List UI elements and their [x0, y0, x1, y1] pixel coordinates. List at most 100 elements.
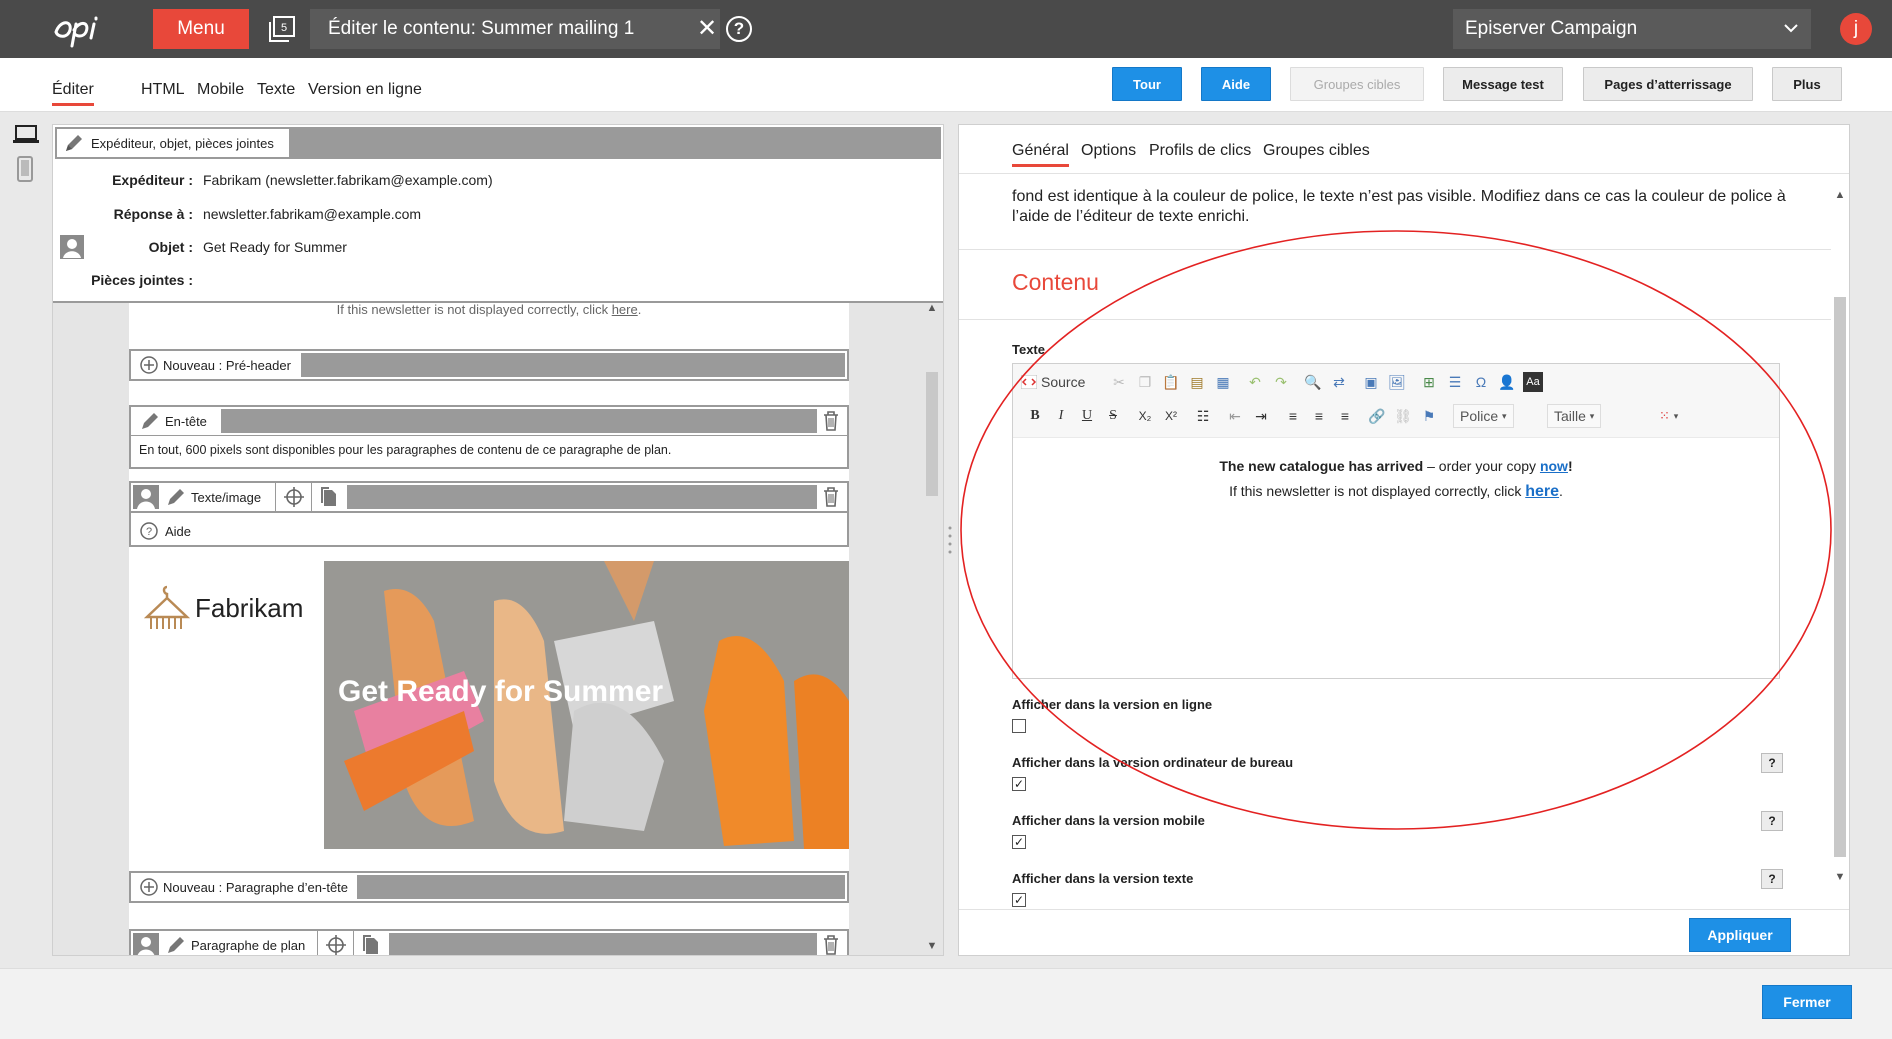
cut-icon[interactable]: ✂: [1109, 372, 1129, 392]
superscript-icon[interactable]: X²: [1161, 406, 1181, 426]
copy-icon[interactable]: ❐: [1135, 372, 1155, 392]
align-left-icon[interactable]: ≡: [1283, 406, 1303, 426]
align-right-icon[interactable]: ≡: [1335, 406, 1355, 426]
tab-profils-de-clics[interactable]: Profils de clics: [1149, 142, 1251, 160]
underline-icon[interactable]: U: [1077, 406, 1097, 426]
plus-button[interactable]: Plus: [1772, 67, 1842, 101]
help-button[interactable]: ?: [1761, 753, 1783, 773]
target-icon[interactable]: [325, 934, 347, 956]
text-image-block[interactable]: Texte/image ? Aide: [129, 481, 849, 547]
bulleted-list-icon[interactable]: ☷: [1193, 406, 1213, 426]
scroll-up-icon[interactable]: ▲: [1834, 189, 1846, 201]
field-value[interactable]: newsletter.fabrikam@example.com: [203, 206, 421, 222]
field-value[interactable]: Fabrikam (newsletter.fabrikam@example.co…: [203, 172, 493, 188]
avatar[interactable]: j: [1840, 13, 1872, 45]
pencil-icon[interactable]: [165, 486, 187, 508]
message-test-button[interactable]: Message test: [1443, 67, 1563, 101]
tab-editer[interactable]: Éditer: [52, 81, 94, 106]
groupes-cibles-button[interactable]: Groupes cibles: [1290, 67, 1424, 101]
personalization-icon[interactable]: [133, 485, 159, 509]
unlink-icon[interactable]: ⛓: [1393, 406, 1413, 426]
add-icon[interactable]: [139, 877, 159, 897]
image-icon[interactable]: 🖼: [1387, 372, 1407, 392]
personalize-icon[interactable]: 👤: [1497, 372, 1517, 392]
help-button[interactable]: ?: [1761, 869, 1783, 889]
align-center-icon[interactable]: ≡: [1309, 406, 1329, 426]
tab-version-en-ligne[interactable]: Version en ligne: [308, 81, 422, 99]
episerver-logo[interactable]: [50, 10, 130, 48]
notice-link[interactable]: here: [612, 303, 638, 317]
paste-word-icon[interactable]: ▦: [1213, 372, 1233, 392]
help-row[interactable]: ? Aide: [139, 517, 239, 545]
panel-splitter-handle[interactable]: [946, 520, 954, 560]
sender-subject-bar[interactable]: Expéditeur, objet, pièces jointes: [55, 127, 941, 159]
font-family-dropdown[interactable]: Police ▾: [1453, 404, 1514, 428]
properties-scrollbar[interactable]: ▲ ▼: [1831, 187, 1849, 885]
trash-icon[interactable]: [821, 934, 841, 956]
field-value[interactable]: Get Ready for Summer: [203, 239, 347, 255]
new-preheader-block[interactable]: Nouveau : Pré-header: [129, 349, 849, 381]
copy-icon[interactable]: [319, 486, 341, 508]
editor-link-here[interactable]: here: [1525, 483, 1559, 500]
outdent-icon[interactable]: ⇤: [1225, 406, 1245, 426]
aide-button[interactable]: Aide: [1201, 67, 1271, 101]
color-picker[interactable]: ⁙ ▾: [1653, 404, 1684, 428]
anchor-flag-icon[interactable]: ⚑: [1419, 406, 1439, 426]
paste-text-icon[interactable]: ▤: [1187, 372, 1207, 392]
undo-icon[interactable]: ↶: [1245, 372, 1265, 392]
find-icon[interactable]: 🔍: [1303, 372, 1323, 392]
header-block[interactable]: En-tête En tout, 600 pixels sont disponi…: [129, 405, 849, 469]
target-icon[interactable]: [283, 486, 305, 508]
pencil-icon[interactable]: [139, 410, 161, 432]
pages-atterrissage-button[interactable]: Pages d’atterrissage: [1583, 67, 1753, 101]
apply-button[interactable]: Appliquer: [1689, 918, 1791, 952]
redo-icon[interactable]: ↷: [1271, 372, 1291, 392]
italic-icon[interactable]: I: [1051, 406, 1071, 426]
paste-icon[interactable]: 📋: [1161, 372, 1181, 392]
option-desktop-checkbox[interactable]: ✓: [1012, 777, 1026, 791]
close-icon[interactable]: ✕: [696, 17, 718, 41]
help-icon[interactable]: ?: [726, 16, 752, 42]
copy-icon[interactable]: [361, 934, 383, 956]
pencil-icon[interactable]: [165, 934, 187, 956]
tab-options[interactable]: Options: [1081, 142, 1136, 160]
scrollbar-thumb[interactable]: [1834, 297, 1846, 857]
new-header-paragraph-block[interactable]: Nouveau : Paragraphe d’en-tête: [129, 871, 849, 903]
source-button[interactable]: Source: [1021, 372, 1091, 392]
tab-texte[interactable]: Texte: [257, 81, 295, 99]
tab-general[interactable]: Général: [1012, 142, 1069, 167]
scroll-down-icon[interactable]: ▼: [1834, 871, 1846, 883]
hero-image[interactable]: Get Ready for Summer: [324, 561, 849, 849]
layout-paragraph-block[interactable]: Paragraphe de plan: [129, 929, 849, 956]
preview-scrollbar[interactable]: ▲ ▼: [924, 302, 940, 954]
scroll-up-icon[interactable]: ▲: [926, 302, 938, 314]
add-icon[interactable]: [139, 355, 159, 375]
horizontal-rule-icon[interactable]: ☰: [1445, 372, 1465, 392]
indent-icon[interactable]: ⇥: [1251, 406, 1271, 426]
styles-icon[interactable]: Aa: [1523, 372, 1543, 392]
special-char-icon[interactable]: Ω: [1471, 372, 1491, 392]
scrollbar-thumb[interactable]: [926, 372, 938, 496]
tab-groupes-cibles[interactable]: Groupes cibles: [1263, 142, 1370, 160]
tab-html[interactable]: HTML: [141, 81, 185, 99]
campaign-select[interactable]: Episerver Campaign: [1453, 9, 1811, 49]
subscript-icon[interactable]: X₂: [1135, 406, 1155, 426]
font-size-dropdown[interactable]: Taille ▾: [1547, 404, 1602, 428]
editor-content[interactable]: The new catalogue has arrived – order yo…: [1013, 454, 1779, 504]
mobile-view-icon[interactable]: [17, 156, 33, 182]
option-online-checkbox[interactable]: [1012, 719, 1026, 733]
desktop-view-icon[interactable]: [12, 124, 40, 146]
rich-text-editor[interactable]: Source ✂ ❐ 📋 ▤ ▦ ↶ ↷ 🔍 ⇄ ▣ 🖼 ⊞ ☰ Ω 👤 Aa …: [1012, 363, 1780, 679]
scroll-down-icon[interactable]: ▼: [926, 940, 938, 952]
editor-link-now[interactable]: now: [1540, 458, 1568, 474]
option-text-checkbox[interactable]: ✓: [1012, 893, 1026, 907]
personalization-icon[interactable]: [133, 933, 159, 956]
tour-button[interactable]: Tour: [1112, 67, 1182, 101]
option-mobile-checkbox[interactable]: ✓: [1012, 835, 1026, 849]
help-button[interactable]: ?: [1761, 811, 1783, 831]
strikethrough-icon[interactable]: S: [1103, 406, 1123, 426]
bold-icon[interactable]: B: [1025, 406, 1045, 426]
replace-icon[interactable]: ⇄: [1329, 372, 1349, 392]
trash-icon[interactable]: [821, 410, 841, 432]
trash-icon[interactable]: [821, 486, 841, 508]
